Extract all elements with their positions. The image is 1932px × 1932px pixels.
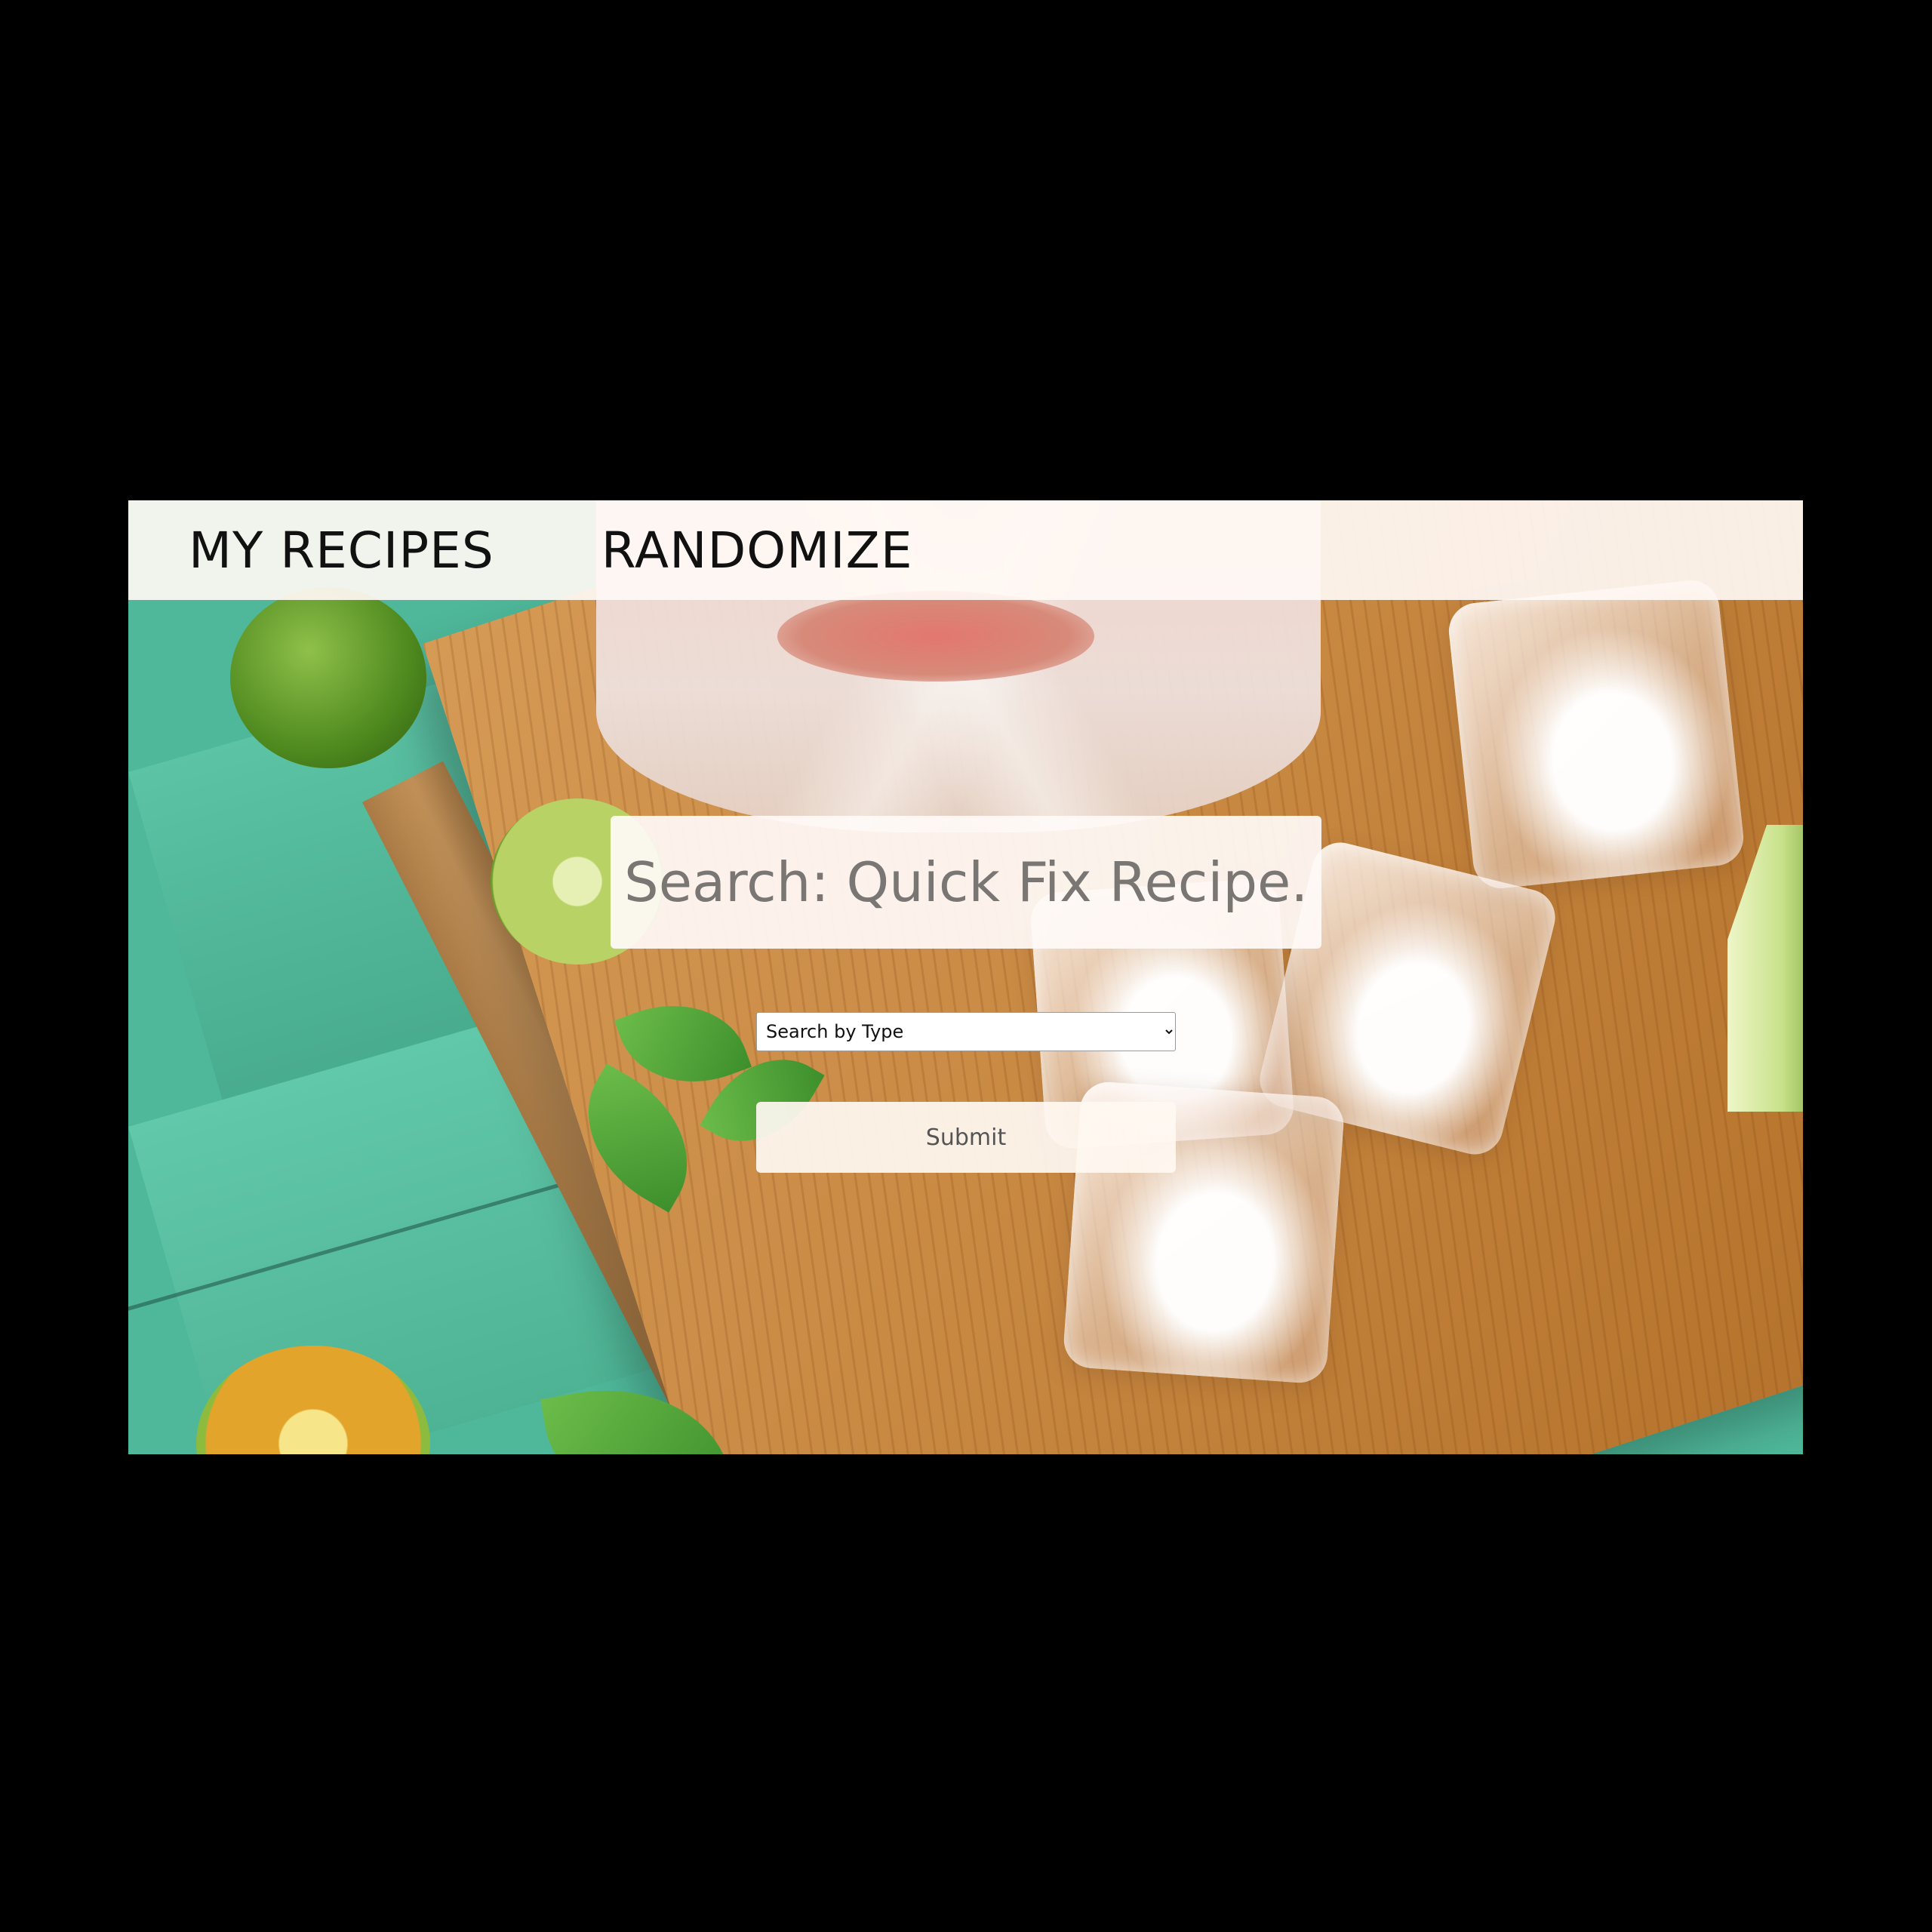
ice-cube bbox=[1446, 577, 1746, 891]
top-navbar: MY RECIPES RANDOMIZE bbox=[128, 500, 1803, 600]
submit-button[interactable]: Submit bbox=[756, 1102, 1176, 1173]
app-frame: MY RECIPES RANDOMIZE Search by Type Subm… bbox=[128, 500, 1803, 1454]
lime-whole bbox=[230, 587, 426, 768]
background-image bbox=[128, 500, 1803, 1454]
nav-my-recipes[interactable]: MY RECIPES bbox=[189, 521, 494, 580]
search-type-select[interactable]: Search by Type bbox=[756, 1012, 1176, 1051]
drink-fruit bbox=[777, 591, 1094, 681]
nav-randomize[interactable]: RANDOMIZE bbox=[601, 521, 913, 580]
recipe-search-input[interactable] bbox=[611, 816, 1321, 949]
